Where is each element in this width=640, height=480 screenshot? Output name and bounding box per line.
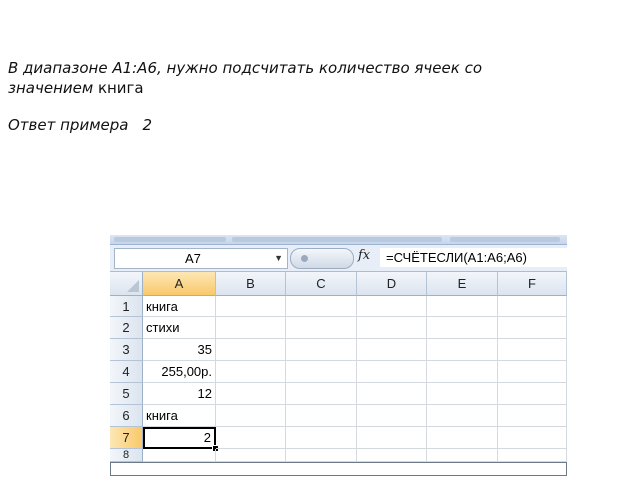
cell-c7[interactable] (286, 427, 357, 449)
task-keyword: книга (93, 79, 144, 97)
insert-function-icon[interactable]: fx (358, 248, 370, 263)
cell-a6[interactable]: книга (143, 405, 216, 427)
row-header-3[interactable]: 3 (110, 339, 143, 361)
cell-b8[interactable] (216, 449, 286, 462)
cell-a5[interactable]: 12 (143, 383, 216, 405)
cell-f5[interactable] (498, 383, 567, 405)
cell-d3[interactable] (357, 339, 427, 361)
cell-d1[interactable] (357, 296, 427, 317)
cell-c4[interactable] (286, 361, 357, 383)
task-line-1: В диапазоне А1:А6, нужно подсчитать коли… (8, 59, 482, 77)
row-header-7[interactable]: 7 (110, 427, 143, 449)
formula-input[interactable]: =СЧЁТЕСЛИ(A1:A6;A6) (380, 248, 567, 267)
cell-a2[interactable]: стихи (143, 317, 216, 339)
cell-c8[interactable] (286, 449, 357, 462)
cell-f1[interactable] (498, 296, 567, 317)
cell-b5[interactable] (216, 383, 286, 405)
cell-d8[interactable] (357, 449, 427, 462)
answer-value: 2 (142, 116, 153, 134)
handle-dot-icon (301, 255, 308, 262)
column-header-f[interactable]: F (498, 272, 567, 296)
name-box[interactable]: A7 ▼ (114, 248, 288, 269)
cell-a3[interactable]: 35 (143, 339, 216, 361)
cell-a7-selected[interactable]: 2 (143, 427, 216, 449)
cell-e4[interactable] (427, 361, 498, 383)
cell-c5[interactable] (286, 383, 357, 405)
column-header-a[interactable]: A (143, 272, 216, 296)
cell-f6[interactable] (498, 405, 567, 427)
row-header-6[interactable]: 6 (110, 405, 143, 427)
cell-c1[interactable] (286, 296, 357, 317)
cell-d7[interactable] (357, 427, 427, 449)
answer-line: Ответ примера 2 (8, 116, 152, 134)
formula-bar-resize-handle[interactable] (290, 248, 354, 269)
cell-e6[interactable] (427, 405, 498, 427)
cell-a4[interactable]: 255,00р. (143, 361, 216, 383)
spreadsheet-screenshot: A7 ▼ fx =СЧЁТЕСЛИ(A1:A6;A6) A B C D E F … (110, 235, 567, 480)
task-description: В диапазоне А1:А6, нужно подсчитать коли… (8, 58, 618, 98)
cell-b3[interactable] (216, 339, 286, 361)
row-header-8[interactable]: 8 (110, 449, 143, 462)
sheet-bottom-border (110, 462, 567, 476)
cell-f3[interactable] (498, 339, 567, 361)
cell-b4[interactable] (216, 361, 286, 383)
column-header-c[interactable]: C (286, 272, 357, 296)
cell-e7[interactable] (427, 427, 498, 449)
select-all-button[interactable] (110, 272, 143, 296)
cell-e1[interactable] (427, 296, 498, 317)
select-all-icon (127, 280, 139, 292)
cell-c6[interactable] (286, 405, 357, 427)
column-header-b[interactable]: B (216, 272, 286, 296)
answer-label: Ответ примера (8, 116, 129, 134)
task-line-2: значением книга (8, 78, 618, 98)
cell-d4[interactable] (357, 361, 427, 383)
row-header-5[interactable]: 5 (110, 383, 143, 405)
column-header-e[interactable]: E (427, 272, 498, 296)
cell-a8[interactable] (143, 449, 216, 462)
task-line-2-italic: значением (8, 79, 94, 97)
column-header-d[interactable]: D (357, 272, 427, 296)
cell-e2[interactable] (427, 317, 498, 339)
formula-bar: A7 ▼ fx =СЧЁТЕСЛИ(A1:A6;A6) (110, 245, 567, 272)
name-box-value: A7 (185, 251, 201, 266)
cell-e8[interactable] (427, 449, 498, 462)
cell-c2[interactable] (286, 317, 357, 339)
cell-e5[interactable] (427, 383, 498, 405)
cell-e3[interactable] (427, 339, 498, 361)
row-header-1[interactable]: 1 (110, 296, 143, 317)
cell-d6[interactable] (357, 405, 427, 427)
cell-c3[interactable] (286, 339, 357, 361)
ribbon-strip (110, 235, 567, 245)
cell-b1[interactable] (216, 296, 286, 317)
row-header-4[interactable]: 4 (110, 361, 143, 383)
cell-a1[interactable]: книга (143, 296, 216, 317)
cell-d2[interactable] (357, 317, 427, 339)
cell-f4[interactable] (498, 361, 567, 383)
cell-b2[interactable] (216, 317, 286, 339)
cell-f7[interactable] (498, 427, 567, 449)
row-header-2[interactable]: 2 (110, 317, 143, 339)
cell-f2[interactable] (498, 317, 567, 339)
cell-d5[interactable] (357, 383, 427, 405)
cell-f8[interactable] (498, 449, 567, 462)
cell-b6[interactable] (216, 405, 286, 427)
cell-b7[interactable] (216, 427, 286, 449)
chevron-down-icon[interactable]: ▼ (274, 249, 283, 268)
